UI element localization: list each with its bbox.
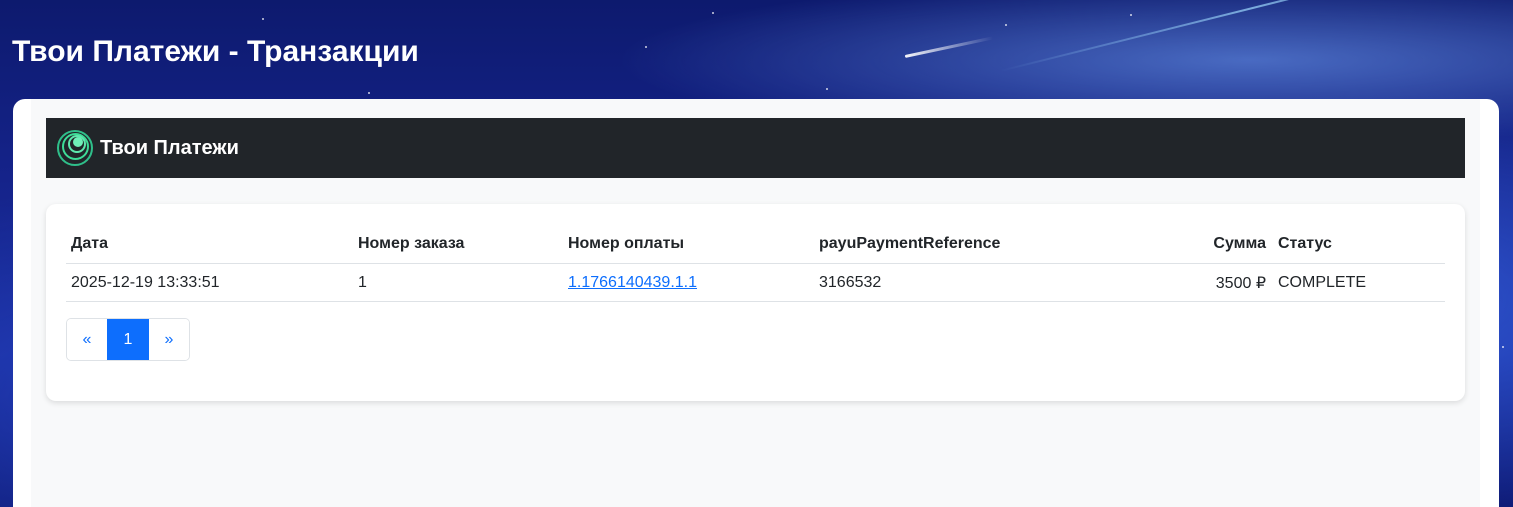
- header-status: Статус: [1273, 226, 1445, 264]
- payment-number-link[interactable]: 1.1766140439.1.1: [568, 274, 697, 291]
- page-title: Твои Платежи - Транзакции: [12, 35, 419, 68]
- header-payment-reference: payuPaymentReference: [814, 226, 1159, 264]
- cell-payment-number: 1.1766140439.1.1: [563, 263, 814, 302]
- table-header-row: Дата Номер заказа Номер оплаты payuPayme…: [66, 226, 1445, 264]
- cell-status: COMPLETE: [1273, 263, 1445, 302]
- top-navbar: Твои Платежи: [46, 118, 1465, 178]
- brand-link[interactable]: Твои Платежи: [56, 129, 239, 167]
- light-streak-decoration: [999, 0, 1505, 72]
- table-row: 2025-12-19 13:33:51 1 1.1766140439.1.1 3…: [66, 263, 1445, 302]
- brand-name: Твои Платежи: [100, 136, 239, 159]
- cell-order-number: 1: [353, 263, 563, 302]
- pagination-next-button[interactable]: »: [149, 319, 189, 360]
- comet-decoration: [904, 36, 994, 58]
- cell-date: 2025-12-19 13:33:51: [66, 263, 353, 302]
- header-amount: Сумма: [1159, 226, 1273, 264]
- header-order-number: Номер заказа: [353, 226, 563, 264]
- cell-payment-reference: 3166532: [814, 263, 1159, 302]
- transactions-table: Дата Номер заказа Номер оплаты payuPayme…: [66, 226, 1445, 302]
- header-date: Дата: [66, 226, 353, 264]
- content-wrapper: Твои Платежи Дата Номер заказа Номер опл…: [31, 99, 1480, 507]
- pagination: « 1 »: [66, 318, 190, 361]
- ring-logo-icon: [57, 130, 93, 166]
- pagination-page-button[interactable]: 1: [107, 319, 149, 360]
- transactions-card: Дата Номер заказа Номер оплаты payuPayme…: [46, 204, 1465, 401]
- main-card: Твои Платежи Дата Номер заказа Номер опл…: [13, 99, 1499, 507]
- pagination-prev-button[interactable]: «: [67, 319, 107, 360]
- cell-amount: 3500 ₽: [1159, 263, 1273, 302]
- header-payment-number: Номер оплаты: [563, 226, 814, 264]
